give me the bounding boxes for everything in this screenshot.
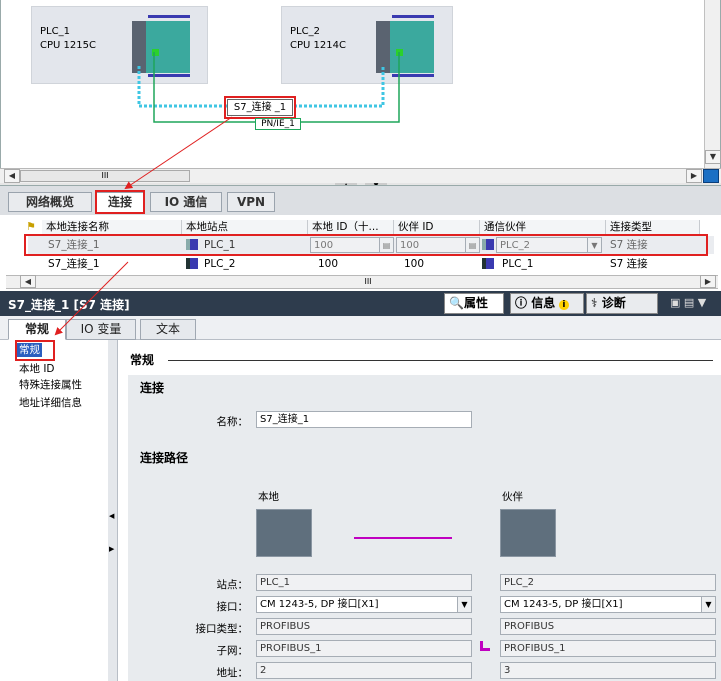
table-row[interactable]: S7_连接_1 PLC_2 100 100 PLC_1 S7 连接 — [28, 255, 714, 273]
station-icon — [186, 258, 198, 269]
scroll-right-icon[interactable]: ▶ — [686, 169, 702, 183]
scroll-down-icon[interactable]: ▼ — [705, 150, 721, 164]
tab-diagnostics[interactable]: ⚕ 诊断 — [586, 293, 658, 314]
connection-status-icon: ⚑ — [26, 220, 36, 233]
partner-header: 伙伴 — [502, 491, 523, 503]
table-scroll-thumb[interactable]: III — [38, 276, 698, 288]
row-partner[interactable]: PLC_1 — [502, 257, 533, 271]
path-line — [354, 537, 452, 539]
tab-properties[interactable]: 🔍属性 — [444, 293, 504, 314]
network-hscroll[interactable]: ◀ III ▶ — [0, 168, 721, 184]
tab-info[interactable]: ⓘ 信息 i — [510, 293, 584, 314]
inspector-nav: 常规 本地 ID 特殊连接属性 地址详细信息 — [3, 340, 111, 681]
partner-iftype-field: PROFIBUS — [500, 618, 716, 635]
partner-interface-select[interactable]: CM 1243-5, DP 接口[X1] ▼ — [500, 596, 716, 613]
chevron-down-icon[interactable]: ▼ — [701, 597, 715, 612]
local-header: 本地 — [258, 491, 279, 503]
name-field[interactable]: S7_连接_1 — [256, 411, 472, 428]
network-links — [137, 52, 400, 123]
collapse-left-icon[interactable]: ◀ — [109, 512, 114, 520]
row-local-id[interactable]: 100 — [318, 257, 338, 271]
scroll-left-icon[interactable]: ◀ — [4, 169, 20, 183]
network-vscroll[interactable]: ▼ — [704, 0, 721, 168]
chevron-down-icon[interactable]: ▼ — [457, 597, 471, 612]
subnet-label[interactable]: PN/IE_1 — [255, 118, 301, 130]
partner-station-field: PLC_2 — [500, 574, 716, 591]
network-tabbar: 网络概览 连接 IO 通信 VPN — [0, 185, 721, 215]
diagnostics-icon: ⚕ — [591, 296, 598, 310]
address-label: 地址： — [216, 667, 249, 679]
partner-icon — [482, 258, 494, 269]
tab-vpn[interactable]: VPN — [227, 192, 275, 212]
nav-item-special-properties[interactable]: 特殊连接属性 — [19, 377, 82, 392]
highlight-row — [24, 234, 708, 256]
highlight-nav — [15, 340, 55, 361]
nav-item-address-details[interactable]: 地址详细信息 — [19, 395, 82, 410]
network-view[interactable]: PLC_1 CPU 1215C PLC_2 CPU 1214C S7_连接 _1 P… — [0, 0, 721, 168]
overview-icon[interactable] — [703, 169, 719, 183]
interface-label: 接口： — [216, 601, 249, 613]
partner-address-field: 3 — [500, 662, 716, 679]
expand-right-icon[interactable]: ▶ — [109, 545, 114, 553]
row-station: PLC_2 — [204, 258, 236, 270]
scroll-right-icon[interactable]: ▶ — [700, 275, 716, 288]
info-badge-icon: i — [559, 300, 569, 310]
local-device-image — [256, 509, 312, 557]
local-station-field: PLC_1 — [256, 574, 472, 591]
subnet-label: 子网： — [216, 645, 249, 657]
tab-io-communication[interactable]: IO 通信 — [150, 192, 222, 212]
inspector-subtabs: 常规 IO 变量 文本 — [0, 316, 721, 340]
highlight-tab — [95, 190, 145, 214]
network-scroll-thumb[interactable]: III — [20, 170, 190, 182]
inspector-title: S7_连接_1 [S7 连接] — [8, 298, 130, 312]
connection-table: ⚑ 本地连接名称 本地站点 本地 ID（十... 伙伴 ID 通信伙伴 连接类型… — [6, 218, 718, 276]
subtab-texts[interactable]: 文本 — [140, 319, 196, 340]
row-type: S7 连接 — [610, 258, 648, 270]
table-hscroll[interactable]: ◀ III ▶ — [6, 275, 718, 289]
section-title: 常规 — [130, 353, 155, 367]
group-path-title: 连接路径 — [140, 451, 189, 465]
local-iftype-field: PROFIBUS — [256, 618, 472, 635]
nav-splitter[interactable]: ◀ ▶ — [108, 340, 118, 681]
section-divider — [168, 360, 713, 361]
info-icon: ⓘ — [515, 296, 528, 310]
subtab-io-tags[interactable]: IO 变量 — [66, 319, 136, 340]
subtab-general[interactable]: 常规 — [8, 319, 66, 340]
tab-network-overview[interactable]: 网络概览 — [8, 192, 92, 212]
local-address-field: 2 — [256, 662, 472, 679]
local-interface-select[interactable]: CM 1243-5, DP 接口[X1] ▼ — [256, 596, 472, 613]
iftype-label: 接口类型： — [195, 623, 249, 635]
scroll-left-icon[interactable]: ◀ — [20, 275, 36, 288]
highlight-connection — [224, 96, 296, 119]
local-subnet-field: PROFIBUS_1 — [256, 640, 472, 657]
name-label: 名称： — [216, 416, 249, 428]
partner-subnet-field: PROFIBUS_1 — [500, 640, 716, 657]
partner-device-image — [500, 509, 556, 557]
row-partner-id[interactable]: 100 — [404, 257, 424, 271]
magnifier-icon: 🔍 — [449, 296, 464, 310]
group-connection-title: 连接 — [140, 381, 165, 395]
inspector-header: S7_连接_1 [S7 连接] 🔍属性 ⓘ 信息 i ⚕ 诊断 ▣ ▤ ▼ — [0, 291, 721, 316]
general-section: 连接 名称： S7_连接_1 连接路径 本地 伙伴 站点： PLC_1 PLC_… — [128, 375, 721, 681]
station-label: 站点： — [216, 579, 249, 591]
subnet-link-icon — [480, 641, 490, 651]
window-menu-icon[interactable]: ▣ ▤ ▼ — [670, 296, 706, 309]
nav-item-local-id[interactable]: 本地 ID — [19, 361, 55, 376]
row-name: S7_连接_1 — [48, 258, 100, 270]
